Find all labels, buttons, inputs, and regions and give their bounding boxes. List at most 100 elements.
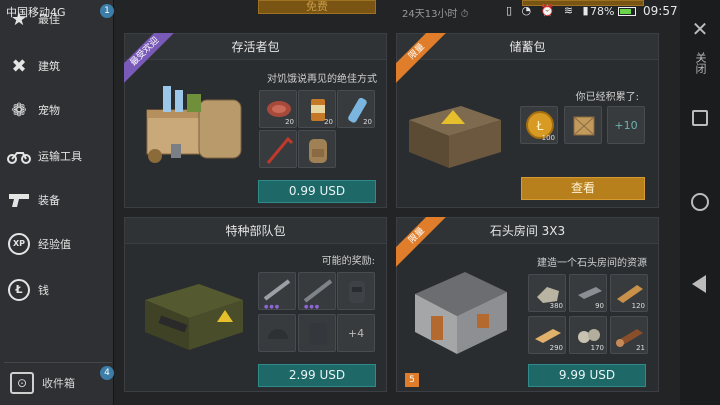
view-button[interactable]: 查看 (521, 177, 645, 200)
reward-slot: 170 (569, 316, 607, 354)
card-description: 建造一个石头房间的资源 (537, 258, 647, 269)
ribbon: 限量 (396, 217, 448, 269)
reward-slot: 120 (610, 274, 648, 312)
coin-icon: Ł (4, 275, 34, 305)
buy-survivor-pack-button[interactable]: 0.99 USD (258, 180, 376, 203)
item-count: 20 (285, 118, 294, 126)
paw-icon: ❁ (11, 99, 27, 121)
reward-slot: Ł 100 (520, 106, 558, 144)
special-forces-pack-card: 特种部队包 可能的奖励: ●●● ●●● +4 2.99 USD (124, 217, 387, 392)
home-button[interactable] (691, 193, 709, 211)
reward-slot (259, 130, 297, 168)
reward-slot: 20 (298, 90, 336, 128)
reward-slot: 20 (337, 90, 375, 128)
inbox-icon: ⊙ (10, 371, 34, 394)
helmet-icon (268, 329, 288, 339)
back-button[interactable] (692, 275, 706, 293)
game-shop-screen: ★ 最佳 ✖ 建筑 ❁ 宠物 运输工具 装备 XP 经验值 Ł 钱 ⊙ 收件箱 … (0, 0, 720, 405)
armor-icon (349, 281, 365, 303)
reward-slot (298, 130, 336, 168)
svg-text:Ł: Ł (536, 119, 544, 133)
reward-slot (258, 314, 296, 352)
item-count: 90 (595, 302, 604, 310)
level-badge: 5 (405, 373, 419, 387)
battery-fill (620, 9, 631, 14)
item-count: 20 (324, 118, 333, 126)
reward-slot: +4 (337, 314, 375, 352)
reward-slot: +10 (607, 106, 645, 144)
xp-icon: XP (4, 229, 34, 259)
crowbar-icon (266, 136, 294, 164)
item-count: 290 (549, 344, 563, 352)
sidebar-item-label: 宠物 (38, 104, 60, 117)
recents-button[interactable] (692, 110, 708, 126)
card-description: 可能的奖励: (321, 256, 375, 267)
extra-items-count: +10 (614, 118, 638, 132)
ribbon-label: 最受欢迎 (124, 33, 176, 85)
card-description: 对饥饿说再见的绝佳方式 (267, 74, 377, 85)
status-bar: 中国移动4G 1 24天13小时 ⏱ ▯ ◔ ⏰ ≋ ▮ 78% 09:57 (0, 0, 680, 24)
inbox-badge: 4 (100, 366, 114, 380)
sidebar-item-equipment[interactable]: 装备 (0, 180, 114, 220)
ribbon: 限量 (396, 33, 448, 85)
sidebar-item-transport[interactable]: 运输工具 (0, 136, 114, 176)
sidebar-item-label: 钱 (38, 284, 49, 297)
survivor-pack-card: 存活者包 最受欢迎 对饥饿说再见的绝佳方式 20 20 20 0.99 USD (124, 33, 387, 208)
rarity-dots: ●●● (304, 304, 321, 310)
close-label: 关闭 (694, 52, 707, 74)
rarity-dots: ●●● (264, 304, 281, 310)
reward-slot: 290 (528, 316, 566, 354)
reward-slot (337, 272, 375, 310)
stone-room-image (415, 272, 507, 354)
shop-sidebar: ★ 最佳 ✖ 建筑 ❁ 宠物 运输工具 装备 XP 经验值 Ł 钱 ⊙ 收件箱 … (0, 0, 114, 405)
status-icons: ▯ ◔ ⏰ ≋ ▮ (506, 4, 592, 17)
military-case-image (145, 284, 243, 350)
crate-icon (573, 116, 595, 136)
pistol-icon (4, 185, 34, 215)
crate-image (409, 106, 501, 168)
sidebar-item-label: 建筑 (38, 60, 60, 73)
ribbon-label: 限量 (396, 217, 448, 269)
tools-icon: ✖ (11, 55, 27, 77)
offer-timer: 24天13小时 ⏱ (402, 9, 469, 20)
item-count: 170 (590, 344, 604, 352)
item-count: 380 (549, 302, 563, 310)
buy-stone-room-button[interactable]: 9.99 USD (528, 364, 646, 387)
item-count: 120 (631, 302, 645, 310)
ribbon-label: 限量 (396, 33, 448, 85)
battery-icon (618, 7, 636, 16)
item-count: 21 (636, 344, 645, 352)
extra-items-count: +4 (347, 326, 365, 340)
ribbon: 最受欢迎 (124, 33, 176, 85)
sidebar-item-inbox[interactable]: ⊙ 收件箱 (4, 362, 112, 402)
close-icon[interactable]: ✕ (689, 18, 711, 40)
sidebar-item-money[interactable]: Ł 钱 (0, 270, 114, 310)
system-nav: ✕ 关闭 (680, 0, 720, 405)
sidebar-item-xp[interactable]: XP 经验值 (0, 224, 114, 264)
reward-slot (564, 106, 602, 144)
motorcycle-icon (4, 141, 34, 171)
reward-slot: 380 (528, 274, 566, 312)
survivor-pack-image (146, 86, 242, 163)
sidebar-item-building[interactable]: ✖ 建筑 (0, 46, 114, 86)
sidebar-item-pets[interactable]: ❁ 宠物 (0, 90, 114, 130)
reward-slot: 20 (259, 90, 297, 128)
sidebar-item-label: 运输工具 (38, 150, 82, 163)
stone-room-pack-card: 石头房间 3X3 限量 建造一个石头房间的资源 5 380 90 120 290 (396, 217, 659, 392)
card-title: 特种部队包 (125, 218, 386, 244)
backpack-icon (309, 139, 327, 163)
battery-percent: 78% (590, 5, 615, 18)
reward-slot: 90 (569, 274, 607, 312)
sidebar-item-label: 装备 (38, 194, 60, 207)
savings-pack-card: 储蓄包 限量 你已经积累了: Ł 100 +10 查看 (396, 33, 659, 208)
sidebar-item-label: 经验值 (38, 238, 71, 251)
carrier-label: 中国移动4G (6, 6, 66, 19)
card-description: 你已经积累了: (575, 92, 639, 103)
buy-special-forces-pack-button[interactable]: 2.99 USD (258, 364, 376, 387)
notification-badge: 1 (100, 4, 114, 18)
item-count: 100 (541, 134, 555, 142)
vest-icon (309, 323, 327, 345)
reward-slot (298, 314, 336, 352)
reward-slot: 21 (610, 316, 648, 354)
sidebar-item-label: 收件箱 (42, 376, 75, 390)
